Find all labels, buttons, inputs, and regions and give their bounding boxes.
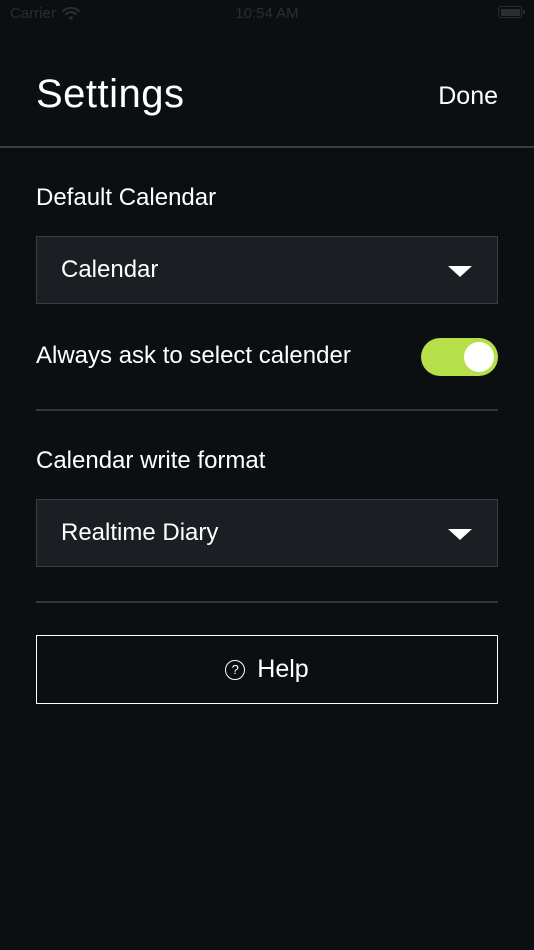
write-format-value: Realtime Diary — [61, 519, 219, 546]
done-button[interactable]: Done — [438, 82, 498, 111]
header-divider — [0, 146, 534, 148]
section-divider — [36, 409, 498, 411]
help-button[interactable]: ? Help — [36, 635, 498, 704]
battery-icon — [498, 6, 525, 18]
default-calendar-dropdown[interactable]: Calendar — [36, 236, 498, 304]
status-time: 10:54 AM — [235, 5, 299, 22]
status-bar: Carrier 10:54 AM — [0, 0, 534, 28]
default-calendar-value: Calendar — [61, 256, 159, 283]
caret-down-icon — [448, 266, 472, 277]
always-ask-label: Always ask to select calender — [36, 342, 351, 369]
write-format-dropdown[interactable]: Realtime Diary — [36, 499, 498, 567]
page-title: Settings — [36, 72, 185, 116]
toggle-knob — [464, 342, 494, 372]
always-ask-toggle[interactable] — [421, 338, 498, 376]
default-calendar-label: Default Calendar — [36, 184, 217, 211]
caret-down-icon — [448, 529, 472, 540]
question-circle-icon: ? — [225, 659, 246, 680]
write-format-label: Calendar write format — [36, 447, 266, 474]
help-label: Help — [257, 655, 309, 683]
section-divider — [36, 601, 498, 603]
